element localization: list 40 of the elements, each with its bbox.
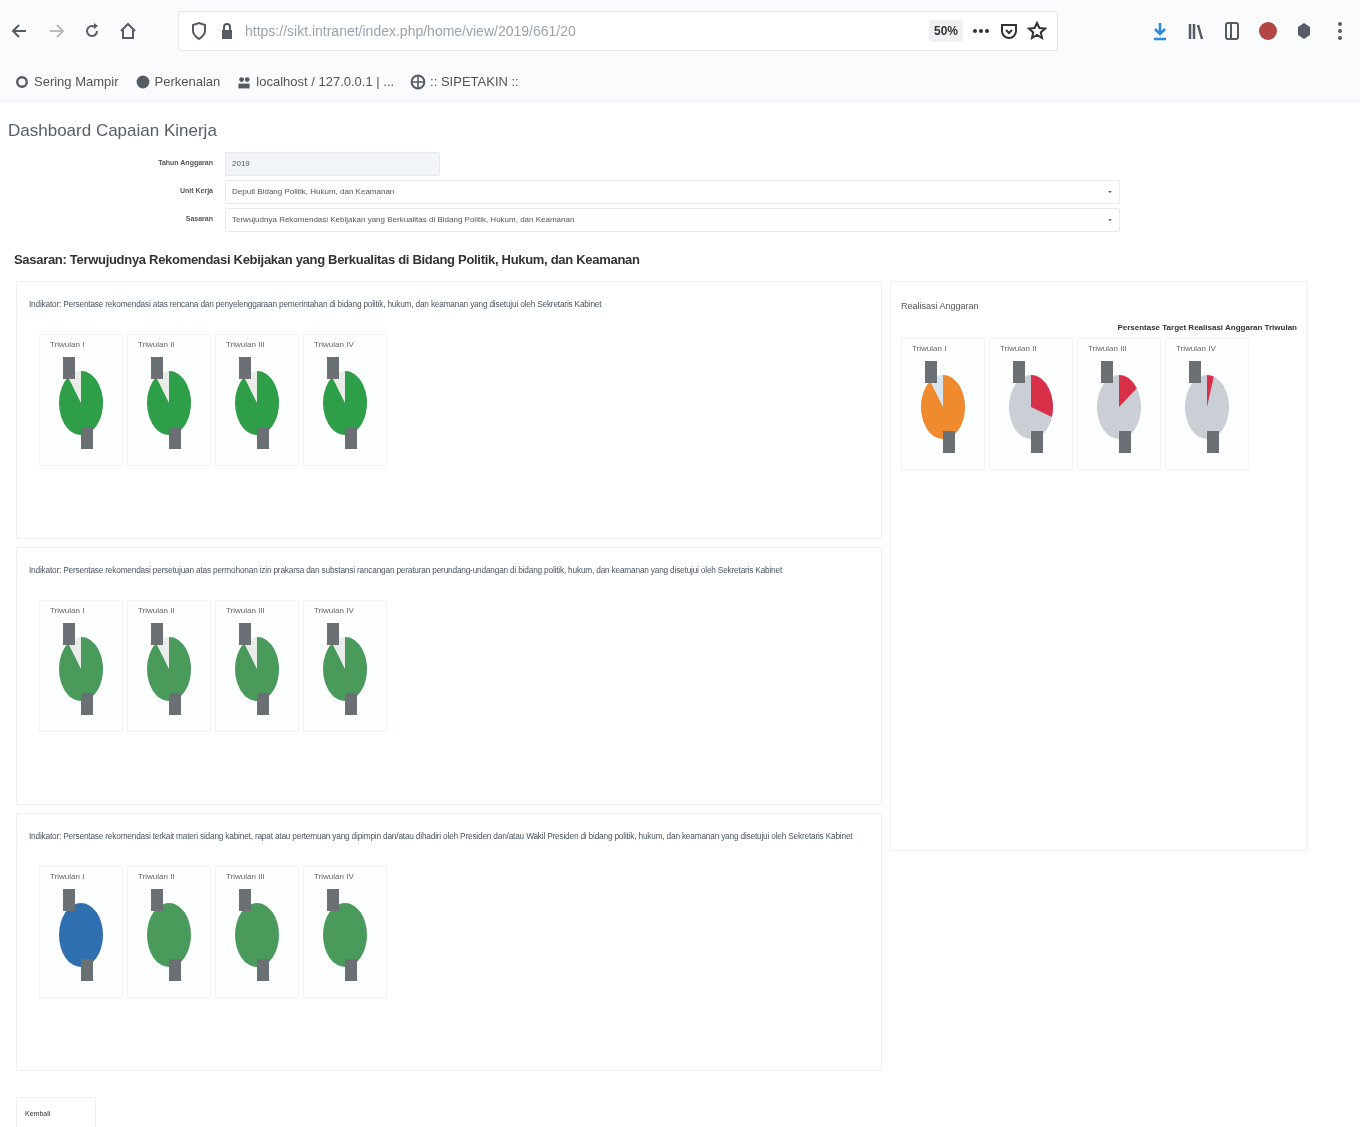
page-title: Dashboard Capaian Kinerja xyxy=(8,120,218,142)
bookmark-link[interactable]: Sering Mampir xyxy=(14,71,119,92)
chart-label: Triwulan IV xyxy=(314,339,355,352)
section-heading: Sasaran: Terwujudnya Rekomendasi Kebijakan yang Berkualitas di Bidang Politik, Hukum, dan Keamanan xyxy=(14,250,641,269)
bookmark-link[interactable]: localhost / 127.0.0.1 | ... xyxy=(236,71,395,92)
bookmark-link[interactable]: Perkenalan xyxy=(134,71,221,92)
library-icon[interactable] xyxy=(1186,21,1206,41)
chart-label: Triwulan III xyxy=(1088,342,1128,355)
chart-label: Triwulan I xyxy=(50,339,86,352)
chart-label: Triwulan IV xyxy=(314,871,355,884)
chart-label: Triwulan III xyxy=(226,871,266,884)
shield-icon xyxy=(189,21,209,41)
chart-label: Triwulan III xyxy=(226,339,266,352)
chart-label: Triwulan I xyxy=(50,871,86,884)
avatar-icon[interactable] xyxy=(1258,21,1278,41)
chart-label: Triwulan IV xyxy=(314,605,355,618)
chart-label: Triwulan II xyxy=(138,871,176,884)
chart-label: Triwulan III xyxy=(226,605,266,618)
sidebar-icon[interactable] xyxy=(1222,21,1242,41)
chart-label: Triwulan II xyxy=(138,605,176,618)
indicator-text: Indikator: Persentase rekomendasi atas rencana dan penyelenggaraan pemerintahan di bidang politik, hukum, dan keamanan yang disetujui oleh Sekretaris Kabinet xyxy=(29,298,603,311)
home-icon[interactable] xyxy=(118,21,138,41)
chart-label: Triwulan IV xyxy=(1176,342,1217,355)
select-field[interactable]: Deputi Bidang Politik, Hukum, dan Keamanan xyxy=(225,179,1120,204)
indicator-text: Indikator: Persentase rekomendasi terkait materi sidang kabinet, rapat atau pertemuan yang dipimpin dan/atau dihadiri oleh Presiden dan/atau Wakil Presiden di bidang politik, hukum, dan keamanan yang disetujui oleh Sekretaris Kabinet xyxy=(29,830,854,843)
select-field[interactable]: Terwujudnya Rekomendasi Kebijakan yang Berkualitas di Bidang Politik, Hukum, dan Keamanan xyxy=(225,207,1120,232)
caret-icon xyxy=(1107,216,1113,223)
chart-label: Triwulan II xyxy=(1000,342,1038,355)
chart-label: Triwulan II xyxy=(138,339,176,352)
zoom-level[interactable]: 50% xyxy=(928,20,963,42)
star-icon[interactable] xyxy=(1027,21,1047,41)
chart-label: Triwulan I xyxy=(912,342,948,355)
caret-icon xyxy=(1107,188,1113,195)
input-field[interactable]: 2019 xyxy=(225,151,440,176)
pocket-icon[interactable] xyxy=(999,21,1019,41)
indicator-text: Indikator: Persentase rekomendasi persetujuan atas permohonan izin prakarsa dan substansi rancangan peraturan perundang-undangan di bidang politik, hukum, dan keamanan yang disetujui oleh Sekretaris Kabinet xyxy=(29,564,784,577)
chart-note: Persentase Target Realisasi Anggaran Triwulan xyxy=(1116,321,1297,334)
chart-label: Triwulan I xyxy=(50,605,86,618)
bookmark-link[interactable]: :: SIPETAKIN :: xyxy=(410,71,519,92)
budget-title: Realisasi Anggaran xyxy=(901,300,980,313)
